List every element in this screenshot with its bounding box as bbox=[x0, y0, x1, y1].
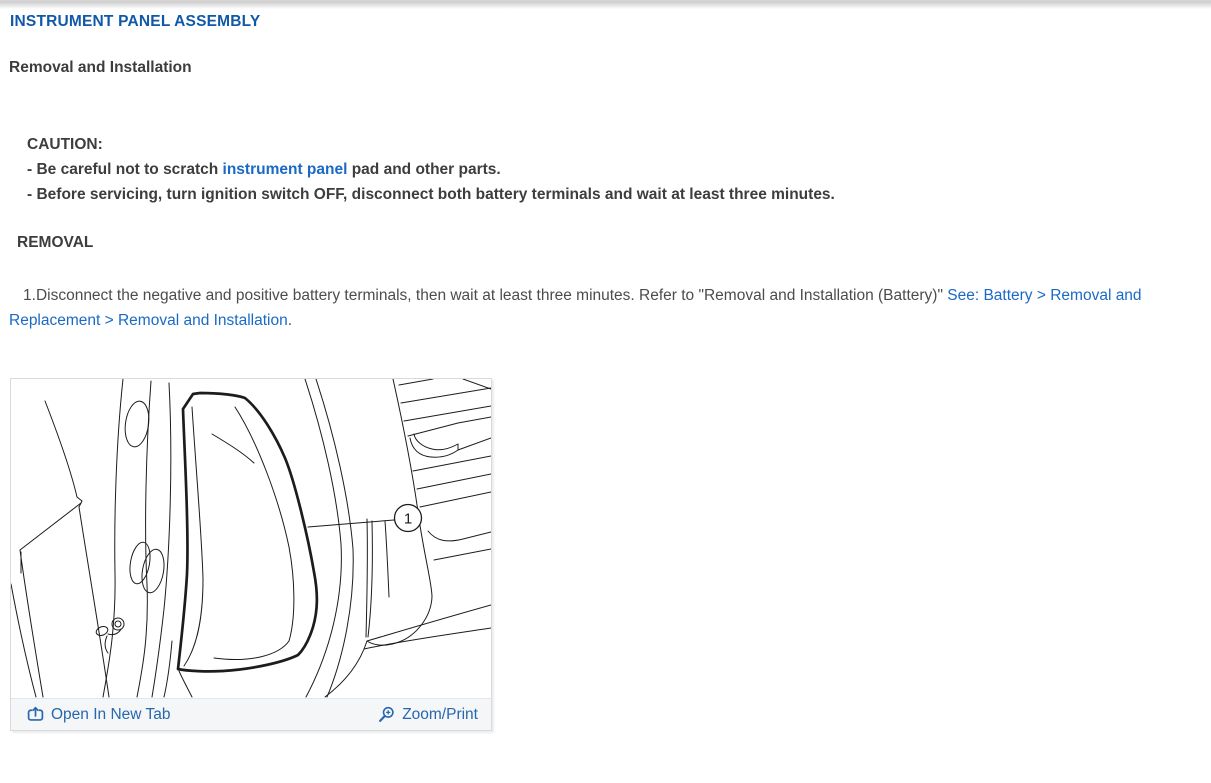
louver-line-1 bbox=[399, 379, 433, 385]
finisher-crease-line bbox=[212, 434, 254, 463]
caution-label: CAUTION: bbox=[27, 136, 103, 153]
section-subtitle: Removal and Installation bbox=[9, 59, 192, 76]
step-1-number: 1. bbox=[23, 287, 36, 304]
open-in-new-tab-label: Open In New Tab bbox=[51, 705, 171, 723]
dash-face-line-1 bbox=[366, 519, 367, 637]
magnifier-plus-icon bbox=[379, 706, 394, 722]
step-1-paragraph: 1.Disconnect the negative and positive b… bbox=[9, 283, 1201, 333]
callout-number: 1 bbox=[404, 511, 412, 528]
pillar-line-4 bbox=[164, 641, 172, 697]
pillar-line-3 bbox=[152, 383, 171, 697]
door-edge-lower bbox=[79, 507, 109, 697]
clip-bolt-inner bbox=[115, 621, 121, 627]
zoom-print-link[interactable]: Zoom/Print bbox=[378, 706, 478, 724]
vent-bottom-line bbox=[458, 438, 491, 450]
door-edge-upper bbox=[45, 401, 77, 497]
louver-line-8 bbox=[434, 549, 491, 560]
louver-line-3 bbox=[404, 406, 491, 421]
step-1-suffix: . bbox=[287, 312, 293, 329]
open-in-new-tab-icon bbox=[27, 706, 44, 721]
caution-block: CAUTION: - Be careful not to scratch ins… bbox=[27, 132, 1211, 207]
dash-face-line-3 bbox=[385, 521, 389, 597]
caution-line-2: - Before servicing, turn ignition switch… bbox=[27, 186, 835, 203]
finisher-inner-contour bbox=[214, 407, 294, 659]
figure-panel: 1 Open In New Tab Zoom/Print bbox=[10, 378, 492, 731]
louver-line-4 bbox=[413, 456, 491, 471]
removal-heading: REMOVAL bbox=[17, 234, 94, 251]
dash-face-line-2 bbox=[368, 521, 372, 637]
door-lower-line-1 bbox=[20, 550, 43, 697]
door-corner-line bbox=[20, 503, 81, 550]
pillar-hole-bottom-right bbox=[139, 548, 167, 595]
dash-lower-diagonal-2 bbox=[364, 628, 491, 649]
caution-line-1-post: pad and other parts. bbox=[347, 161, 501, 178]
louver-line-7 bbox=[428, 531, 491, 541]
zoom-print-label: Zoom/Print bbox=[402, 705, 478, 723]
finisher-lower-tail bbox=[179, 671, 192, 697]
louver-line-5 bbox=[417, 474, 491, 489]
page-title: INSTRUMENT PANEL ASSEMBLY bbox=[10, 13, 261, 30]
vent-top-line bbox=[408, 417, 491, 436]
top-shadow-band bbox=[0, 0, 1211, 9]
vent-vane bbox=[410, 434, 458, 457]
door-lower-line-2 bbox=[11, 584, 36, 697]
opening-curve-1 bbox=[305, 379, 341, 697]
louver-corner-line bbox=[463, 379, 491, 389]
step-1-text: Disconnect the negative and positive bat… bbox=[35, 287, 948, 304]
instrument-panel-diagram: 1 bbox=[11, 379, 491, 698]
open-in-new-tab-link[interactable]: Open In New Tab bbox=[27, 706, 170, 724]
louver-line-6 bbox=[420, 492, 491, 507]
dash-bottom-curve bbox=[325, 641, 367, 697]
pillar-line-2 bbox=[137, 381, 151, 697]
instrument-panel-link[interactable]: instrument panel bbox=[223, 161, 348, 178]
pillar-hole-bottom-left bbox=[127, 541, 153, 586]
figure-footer-bar: Open In New Tab Zoom/Print bbox=[11, 698, 491, 730]
louver-line-2 bbox=[401, 388, 491, 403]
caution-line-1: - Be careful not to scratch instrument p… bbox=[27, 157, 1211, 182]
caution-line-1-pre: - Be careful not to scratch bbox=[27, 161, 223, 178]
opening-curve-2 bbox=[316, 379, 353, 697]
clip-tail bbox=[105, 636, 108, 653]
clip-washer bbox=[95, 625, 109, 637]
